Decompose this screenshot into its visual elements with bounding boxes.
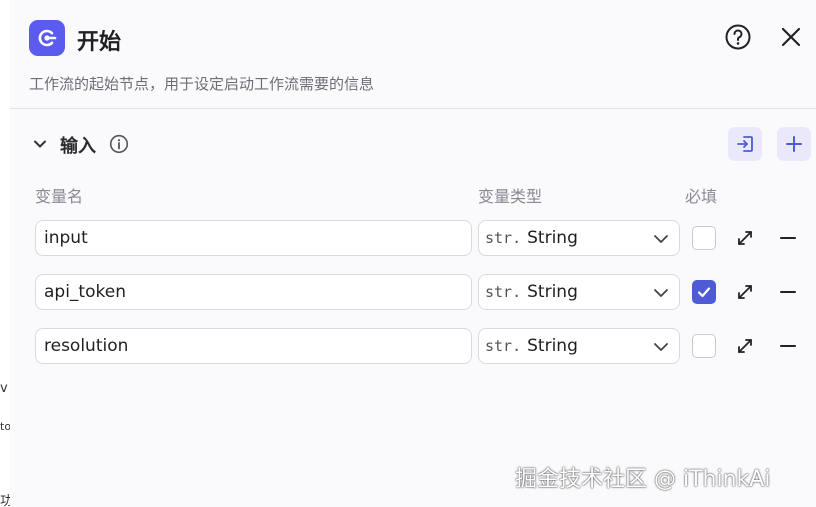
column-header-required: 必填 <box>685 187 718 206</box>
start-node-panel: 开始 工作流的起始节点，用于设定启动工作流需要的信息 输入 变量名 变量类型 必… <box>10 0 816 507</box>
minus-icon[interactable] <box>779 337 797 355</box>
required-checkbox[interactable] <box>692 334 716 358</box>
chevron-down-icon <box>654 289 668 297</box>
chevron-down-icon <box>654 343 668 351</box>
watermark: 掘金技术社区 @ iThinkAi <box>515 467 771 492</box>
panel-description: 工作流的起始节点，用于设定启动工作流需要的信息 <box>29 75 375 93</box>
expand-icon[interactable] <box>736 229 754 247</box>
required-checkbox[interactable] <box>692 280 716 304</box>
background-fragment: v <box>0 381 8 396</box>
string-type-icon: str. <box>485 229 522 247</box>
section-title: 输入 <box>60 136 96 157</box>
minus-icon[interactable] <box>779 283 797 301</box>
start-node-icon <box>29 20 65 56</box>
string-type-icon: str. <box>485 337 522 355</box>
chevron-down-icon[interactable] <box>32 136 48 152</box>
variable-row: str. String <box>10 328 816 364</box>
chevron-down-icon <box>654 235 668 243</box>
variable-row: str. String <box>10 220 816 256</box>
string-type-icon: str. <box>485 283 522 301</box>
column-header-type: 变量类型 <box>478 187 543 206</box>
variable-row: str. String <box>10 274 816 310</box>
variable-type-value: String <box>527 282 578 302</box>
required-checkbox[interactable] <box>692 226 716 250</box>
add-variable-button[interactable] <box>777 127 811 161</box>
variable-type-select[interactable]: str. String <box>478 220 680 256</box>
minus-icon[interactable] <box>779 229 797 247</box>
column-header-name: 变量名 <box>35 187 84 206</box>
question-circle-icon[interactable] <box>724 23 752 51</box>
plus-icon <box>786 136 802 152</box>
import-variables-button[interactable] <box>728 127 762 161</box>
variable-type-value: String <box>527 336 578 356</box>
variable-name-input[interactable] <box>35 220 472 256</box>
expand-icon[interactable] <box>736 283 754 301</box>
variable-name-input[interactable] <box>35 328 472 364</box>
variable-type-value: String <box>527 228 578 248</box>
expand-icon[interactable] <box>736 337 754 355</box>
variable-type-select[interactable]: str. String <box>478 328 680 364</box>
close-icon[interactable] <box>779 25 803 49</box>
panel-title: 开始 <box>77 30 122 55</box>
variable-name-input[interactable] <box>35 274 472 310</box>
header-divider <box>10 108 816 109</box>
import-icon <box>737 136 753 152</box>
checkmark-icon <box>697 287 711 298</box>
variable-type-select[interactable]: str. String <box>478 274 680 310</box>
info-icon[interactable] <box>109 134 129 154</box>
